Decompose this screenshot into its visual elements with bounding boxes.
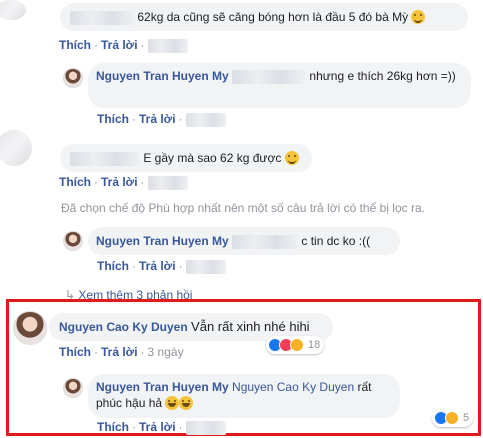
comment-text: Vẫn rất xinh nhé hihi <box>191 319 310 334</box>
reply-link[interactable]: Trả lời <box>139 112 176 126</box>
reaction-count: 5 <box>463 412 470 424</box>
laugh-emoji-icon <box>165 396 180 410</box>
blurred-name <box>70 151 140 166</box>
blurred-mention <box>232 234 299 249</box>
reply-link[interactable]: Trả lời <box>101 175 138 189</box>
like-link[interactable]: Thích <box>59 345 91 359</box>
comment-text: 62kg da cũng sẽ căng bóng hơn là đầu 5 đ… <box>137 10 409 24</box>
blurred-mention <box>232 69 307 84</box>
author-name[interactable]: Nguyen Tran Huyen My <box>96 234 229 248</box>
haha-reaction-icon <box>445 411 459 425</box>
reply-link[interactable]: Trả lời <box>139 420 176 434</box>
like-link[interactable]: Thích <box>97 420 129 434</box>
filter-notice: Đã chọn chế độ Phù hợp nhất nên một số c… <box>61 201 425 215</box>
reply-link[interactable]: Trả lời <box>101 38 138 52</box>
blurred-time <box>185 259 226 274</box>
timestamp[interactable]: 3 ngày <box>148 345 184 359</box>
avatar[interactable] <box>63 378 83 398</box>
comment-bubble: 62kg da cũng sẽ căng bóng hơn là đầu 5 đ… <box>60 3 468 31</box>
reply-bubble: Nguyen Tran Huyen My nhưng e thích 26kg … <box>88 63 471 108</box>
author-name[interactable]: Nguyen Tran Huyen My <box>96 69 229 83</box>
comment-actions: Thích · Trả lời · 3 ngày <box>59 345 184 359</box>
comment-bubble: E gầy mà sao 62 kg được <box>60 144 312 172</box>
avatar[interactable] <box>63 68 83 88</box>
avatar-blurred <box>0 0 26 20</box>
like-link[interactable]: Thích <box>97 259 129 273</box>
laugh-emoji-icon <box>179 396 194 410</box>
comment-text: E gầy mà sao 62 kg được <box>143 151 282 165</box>
reply-actions: Thích · Trả lời · <box>97 420 229 435</box>
like-link[interactable]: Thích <box>97 112 129 126</box>
smile-emoji-icon <box>411 10 426 24</box>
comment-actions: Thích · Trả lời · <box>59 175 191 190</box>
like-link[interactable]: Thích <box>59 175 91 189</box>
comment-text: nhưng e thích 26kg hơn =)) <box>309 69 456 83</box>
reply-bubble: Nguyen Tran Huyen My Nguyen Cao Ky Duyen… <box>88 374 400 418</box>
reaction-summary[interactable]: 18 <box>266 336 325 354</box>
reply-actions: Thích · Trả lời · <box>97 259 229 274</box>
avatar[interactable] <box>13 311 47 345</box>
blurred-time <box>147 175 188 190</box>
comment-actions: Thích · Trả lời · <box>59 38 191 53</box>
reply-actions: Thích · Trả lời · <box>97 112 229 127</box>
reaction-count: 18 <box>308 339 321 351</box>
reply-bubble: Nguyen Tran Huyen My c tin dc ko :(( <box>88 227 400 255</box>
avatar-blurred <box>0 130 32 166</box>
author-name[interactable]: Nguyen Cao Ky Duyen <box>59 320 188 334</box>
reply-link[interactable]: Trả lời <box>101 345 138 359</box>
smile-emoji-icon <box>284 151 299 165</box>
author-name[interactable]: Nguyen Tran Huyen My <box>96 380 229 394</box>
mention-link[interactable]: Nguyen Cao Ky Duyen <box>232 380 354 394</box>
avatar[interactable] <box>63 231 83 251</box>
blurred-time <box>185 112 226 127</box>
blurred-time <box>185 420 226 435</box>
haha-reaction-icon <box>290 338 304 352</box>
blurred-name <box>70 10 134 25</box>
like-link[interactable]: Thích <box>59 38 91 52</box>
reaction-summary[interactable]: 5 <box>432 409 474 427</box>
blurred-time <box>147 38 188 53</box>
reply-link[interactable]: Trả lời <box>139 259 176 273</box>
comment-text: c tin dc ko :(( <box>301 234 371 248</box>
